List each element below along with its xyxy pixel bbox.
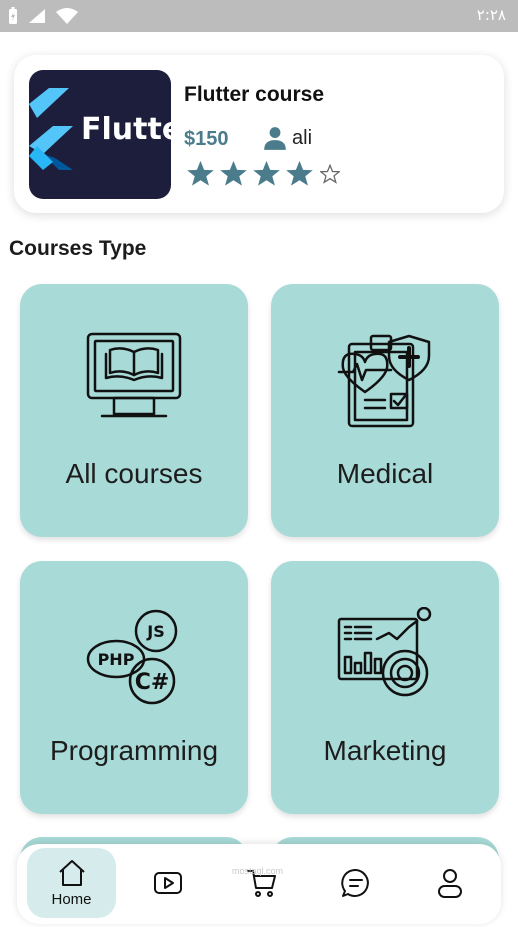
profile-icon: [438, 869, 462, 898]
course-price: $150: [184, 128, 229, 150]
nav-home[interactable]: Home: [27, 848, 116, 918]
course-rating: [186, 159, 340, 188]
category-label: Programming: [49, 735, 219, 766]
person-icon: [264, 127, 286, 150]
video-icon: [154, 872, 182, 894]
instructor: ali: [262, 125, 312, 151]
status-bar: ٢:٢٨: [0, 0, 518, 32]
star-filled-icon: [220, 160, 247, 186]
category-label: Medical: [336, 458, 434, 489]
section-title: Courses Type: [9, 237, 147, 260]
flutter-logo-icon: [29, 88, 73, 170]
star-filled-icon: [187, 160, 214, 186]
category-programming[interactable]: JS PHP C# Programming: [20, 561, 248, 814]
svg-text:C#: C#: [135, 670, 170, 695]
signal-icon: [29, 9, 45, 23]
nav-messages[interactable]: [333, 848, 379, 918]
code-languages-icon: JS PHP C#: [86, 609, 178, 705]
monitor-book-icon: [86, 332, 182, 418]
svg-text:PHP: PHP: [98, 650, 135, 669]
home-icon: [58, 859, 85, 886]
instructor-name: ali: [292, 126, 313, 149]
category-label: All courses: [65, 458, 203, 489]
category-label: Marketing: [323, 735, 447, 766]
watermark: mostaql.com: [232, 866, 284, 876]
nav-cart[interactable]: [239, 848, 285, 918]
category-all-courses[interactable]: All courses: [20, 284, 248, 537]
wifi-icon: [56, 8, 78, 24]
star-empty-icon: [320, 163, 340, 184]
nav-profile[interactable]: [427, 848, 473, 918]
star-filled-icon: [286, 160, 313, 186]
chat-icon: [341, 868, 369, 897]
nav-videos[interactable]: [145, 848, 191, 918]
status-time: ٢:٢٨: [476, 6, 506, 24]
status-icons: [8, 6, 78, 26]
course-thumbnail: Flutte: [29, 70, 171, 199]
category-marketing[interactable]: Marketing: [271, 561, 499, 814]
thumbnail-logo-text: Flutte: [81, 112, 171, 147]
featured-course-card[interactable]: Flutte Flutter course $150 ali: [14, 55, 504, 213]
medical-icon: [337, 334, 431, 428]
star-filled-icon: [253, 160, 280, 186]
battery-charging-icon: [9, 7, 17, 24]
analytics-icon: [337, 607, 432, 697]
category-medical[interactable]: Medical: [271, 284, 499, 537]
svg-text:JS: JS: [146, 622, 164, 641]
course-title: Flutter course: [184, 83, 325, 106]
nav-home-label: Home: [51, 890, 92, 908]
bottom-navigation: Home mostaql.com: [17, 844, 501, 924]
